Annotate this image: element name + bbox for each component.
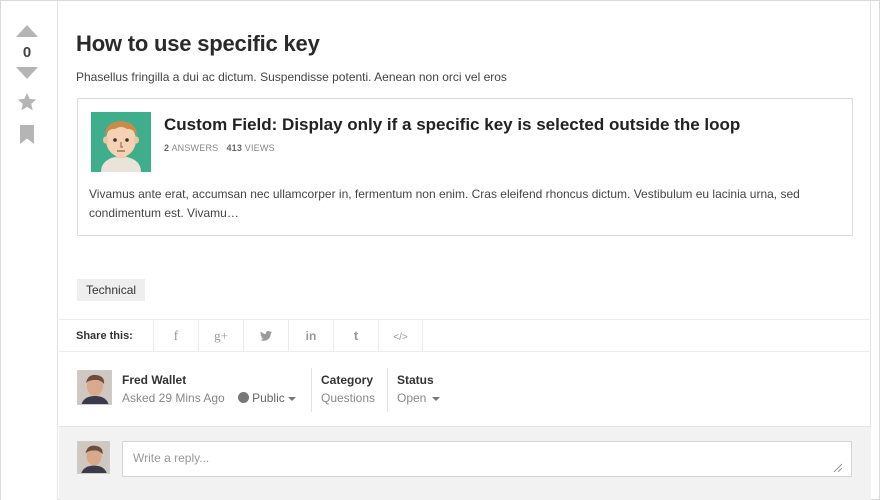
google-plus-share-button[interactable]: g+ [198, 320, 243, 352]
answers-label: ANSWERS [171, 143, 219, 153]
question-title[interactable]: How to use specific key [76, 31, 320, 57]
meta-divider [387, 368, 388, 412]
question-card: 0 How to use specific key Phasellus frin… [0, 0, 880, 500]
reply-input[interactable] [122, 441, 852, 477]
share-label: Share this: [76, 330, 133, 342]
chevron-down-icon [287, 396, 296, 401]
vote-up-icon[interactable] [16, 25, 38, 37]
twitter-share-button[interactable] [243, 320, 288, 352]
globe-icon [238, 392, 250, 403]
current-user-avatar [77, 441, 110, 474]
embed-title[interactable]: Custom Field: Display only if a specific… [164, 115, 740, 135]
visibility-dropdown[interactable]: Public [238, 391, 296, 405]
vote-column: 0 [1, 1, 58, 500]
star-icon[interactable] [16, 91, 38, 113]
question-meta: Fred Wallet Asked 29 Mins Ago Public Cat… [59, 352, 871, 426]
question-main: How to use specific key Phasellus fringi… [59, 1, 871, 500]
embedded-question[interactable]: Custom Field: Display only if a specific… [77, 98, 853, 236]
vote-down-icon[interactable] [16, 67, 38, 79]
bookmark-icon[interactable] [19, 125, 35, 144]
user-photo [78, 442, 109, 473]
status-value: Open [397, 391, 427, 405]
resize-handle-icon[interactable] [832, 462, 842, 472]
facebook-share-button[interactable]: f [153, 320, 198, 352]
status-dropdown[interactable]: Open [397, 391, 441, 405]
category-value[interactable]: Questions [321, 391, 375, 405]
asked-time: Asked 29 Mins Ago [122, 391, 225, 405]
embed-excerpt: Vivamus ante erat, accumsan nec ullamcor… [89, 187, 800, 220]
status-label: Status [397, 373, 434, 387]
embed-avatar [91, 112, 151, 172]
question-body: Phasellus fringilla a dui ac dictum. Sus… [76, 70, 507, 84]
embed-stats: 2 ANSWERS 413 VIEWS [164, 143, 275, 153]
author-avatar[interactable] [77, 370, 112, 405]
visibility-value: Public [252, 391, 285, 405]
twitter-icon [260, 331, 272, 341]
asked-line: Asked 29 Mins Ago Public [122, 391, 296, 405]
linkedin-icon: in [305, 329, 317, 343]
tumblr-share-button[interactable]: t [333, 320, 378, 352]
vote-count: 0 [22, 44, 32, 61]
cartoon-face-icon [91, 112, 151, 172]
category-label: Category [321, 373, 374, 387]
chevron-down-icon [432, 396, 441, 401]
linkedin-share-button[interactable]: in [288, 320, 333, 352]
author-photo [78, 371, 111, 404]
views-label: VIEWS [244, 143, 275, 153]
author-name[interactable]: Fred Wallet [122, 373, 186, 387]
google-plus-icon: g+ [214, 328, 228, 343]
embed-code-share-button[interactable]: </> [378, 320, 423, 352]
facebook-icon: f [173, 329, 179, 344]
reply-section [59, 426, 871, 500]
tumblr-icon: t [353, 328, 359, 343]
views-count: 413 [226, 143, 243, 153]
code-icon: </> [393, 332, 408, 343]
meta-divider [311, 368, 312, 412]
share-bar: Share this: f g+ in t </> [59, 319, 871, 352]
answers-count: 2 [164, 143, 170, 153]
tag-technical[interactable]: Technical [77, 279, 146, 301]
